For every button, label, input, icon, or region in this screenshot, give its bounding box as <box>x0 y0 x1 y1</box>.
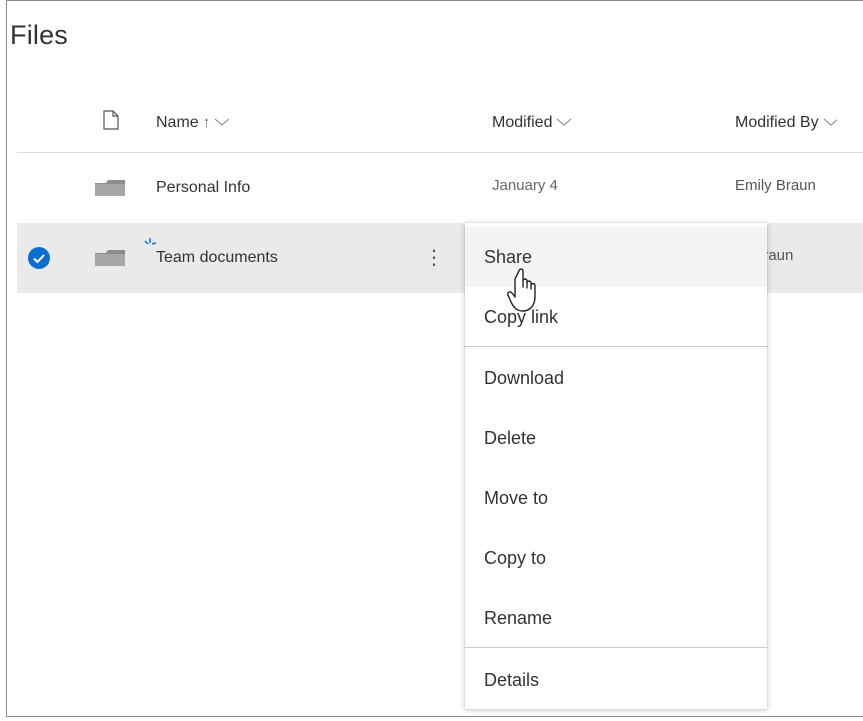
chevron-down-icon <box>823 114 838 132</box>
file-name-link[interactable]: Personal Info <box>156 179 250 197</box>
modified-date: January 4 <box>492 177 558 194</box>
modified-by: Emily Braun <box>735 177 816 194</box>
menu-item-download[interactable]: Download <box>465 348 767 408</box>
chevron-down-icon <box>556 114 572 132</box>
page-title: Files <box>10 20 69 50</box>
file-name-link[interactable]: Team documents <box>156 249 278 267</box>
column-header-name[interactable]: Name ↑ <box>156 114 230 132</box>
menu-item-copy-to[interactable]: Copy to <box>465 528 767 588</box>
column-header-modified-by[interactable]: Modified By <box>735 114 838 132</box>
menu-item-rename[interactable]: Rename <box>465 588 767 648</box>
menu-divider <box>465 346 767 347</box>
document-icon[interactable] <box>103 110 119 130</box>
column-header-modified[interactable]: Modified <box>492 114 572 132</box>
menu-item-details[interactable]: Details <box>465 650 767 710</box>
column-modified-by-label: Modified By <box>735 114 819 132</box>
column-header-row: Name ↑ Modified Modified By <box>17 100 863 153</box>
chevron-down-icon <box>214 114 230 132</box>
checkmark-icon[interactable] <box>28 247 50 269</box>
column-modified-label: Modified <box>492 114 553 132</box>
sort-ascending-icon: ↑ <box>202 114 211 132</box>
folder-icon <box>95 180 125 201</box>
new-item-sparkle-icon <box>143 236 157 254</box>
hand-pointer-cursor-icon <box>507 267 547 320</box>
table-row[interactable]: Personal Info January 4 Emily Braun <box>17 153 863 223</box>
folder-icon <box>95 250 125 271</box>
column-name-label: Name <box>156 114 199 132</box>
more-options-icon[interactable]: ⋮ <box>424 243 444 273</box>
menu-item-move-to[interactable]: Move to <box>465 468 767 528</box>
menu-item-delete[interactable]: Delete <box>465 408 767 468</box>
menu-divider <box>465 647 767 648</box>
